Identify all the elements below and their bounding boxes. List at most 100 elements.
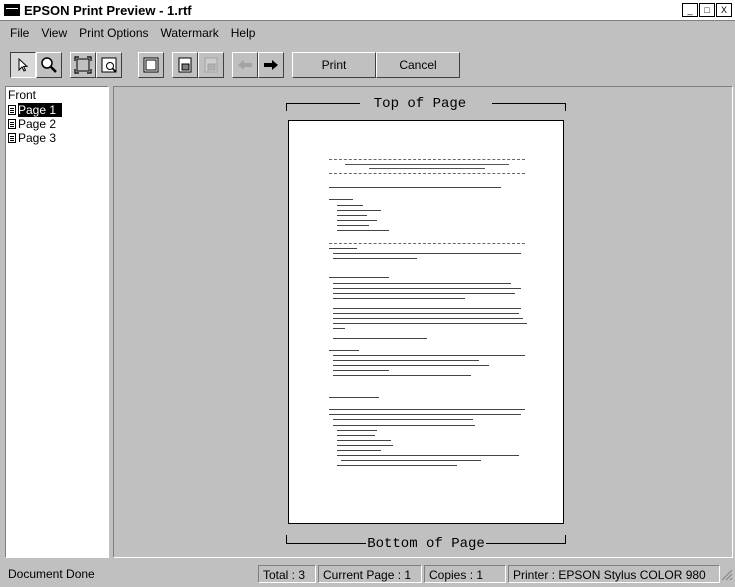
preview-text-line bbox=[337, 430, 377, 431]
zoom-page-icon bbox=[101, 57, 117, 73]
preview-text-line bbox=[345, 164, 509, 165]
full-page-button[interactable] bbox=[138, 52, 164, 78]
zoom-button[interactable] bbox=[36, 52, 62, 78]
preview-text-line bbox=[333, 370, 389, 371]
preview-text-line bbox=[337, 435, 375, 436]
top-marker-line-left bbox=[286, 103, 360, 104]
top-marker-tick-left bbox=[286, 103, 287, 111]
bottom-marker-tick-right bbox=[565, 535, 566, 543]
minimize-button[interactable]: _ bbox=[682, 3, 698, 17]
page-frame-icon bbox=[143, 57, 159, 73]
preview-text-line bbox=[333, 288, 521, 289]
document-icon bbox=[8, 119, 16, 129]
window-controls: _ □ X bbox=[681, 3, 732, 17]
menu-print-options[interactable]: Print Options bbox=[73, 26, 154, 40]
preview-text-line bbox=[329, 397, 379, 398]
page-preview[interactable] bbox=[288, 120, 564, 524]
preview-text-line bbox=[337, 450, 381, 451]
page-settings-disabled-icon bbox=[204, 57, 218, 73]
top-of-page-marker: Top of Page bbox=[286, 96, 566, 112]
status-total: Total : 3 bbox=[258, 565, 316, 583]
arrow-pointer-icon bbox=[18, 57, 29, 72]
app-icon bbox=[4, 4, 20, 16]
fit-page-icon bbox=[74, 56, 92, 74]
preview-text-line bbox=[333, 365, 489, 366]
preview-text-line bbox=[369, 168, 485, 169]
menu-file[interactable]: File bbox=[0, 26, 35, 40]
menu-bar: File View Print Options Watermark Help bbox=[0, 24, 261, 42]
page-list-item[interactable]: Page 1 bbox=[6, 103, 108, 117]
preview-text-line bbox=[333, 313, 519, 314]
preview-text-line bbox=[333, 328, 345, 329]
page-list-item[interactable]: Page 3 bbox=[6, 131, 108, 145]
preview-text-line bbox=[329, 277, 389, 278]
page-list-item-label: Page 2 bbox=[18, 117, 57, 131]
page-list-panel: Front Page 1 Page 2 Page 3 bbox=[5, 86, 109, 558]
preview-text-line bbox=[337, 465, 457, 466]
resize-grip-icon[interactable] bbox=[721, 569, 733, 581]
preview-text-line bbox=[337, 440, 391, 441]
preview-divider bbox=[329, 159, 525, 160]
preview-text-line bbox=[341, 460, 481, 461]
page-settings-icon bbox=[178, 57, 192, 73]
close-button[interactable]: X bbox=[716, 3, 732, 17]
menu-watermark[interactable]: Watermark bbox=[155, 26, 225, 40]
arrow-left-icon bbox=[238, 60, 252, 70]
bottom-of-page-label: Bottom of Page bbox=[367, 536, 485, 552]
page-list-item-label: Page 3 bbox=[18, 131, 57, 145]
menu-help[interactable]: Help bbox=[225, 26, 262, 40]
top-marker-tick-right bbox=[565, 103, 566, 111]
page-settings-alt-button[interactable] bbox=[198, 52, 224, 78]
preview-divider bbox=[329, 243, 525, 244]
title-bar: EPSON Print Preview - 1.rtf _ □ X bbox=[0, 0, 735, 21]
page-list-item[interactable]: Page 2 bbox=[6, 117, 108, 131]
zoom-page-button[interactable] bbox=[96, 52, 122, 78]
document-icon bbox=[8, 133, 16, 143]
preview-text-line bbox=[337, 230, 389, 231]
status-bar: Document Done Total : 3 Current Page : 1… bbox=[0, 565, 735, 585]
top-marker-line-right bbox=[492, 103, 566, 104]
select-tool-button[interactable] bbox=[10, 52, 36, 78]
preview-text-line bbox=[333, 419, 473, 420]
status-current-page: Current Page : 1 bbox=[318, 565, 422, 583]
preview-text-line bbox=[333, 308, 521, 309]
status-printer: Printer : EPSON Stylus COLOR 980 bbox=[508, 565, 720, 583]
print-button[interactable]: Print bbox=[292, 52, 376, 78]
preview-text-line bbox=[333, 323, 527, 324]
menu-view[interactable]: View bbox=[35, 26, 73, 40]
preview-text-line bbox=[337, 205, 363, 206]
document-icon bbox=[8, 105, 16, 115]
page-settings-button[interactable] bbox=[172, 52, 198, 78]
bottom-marker-line-left bbox=[286, 543, 366, 544]
page-list-item-label: Page 1 bbox=[18, 103, 63, 117]
preview-text-line bbox=[329, 350, 359, 351]
fit-page-button[interactable] bbox=[70, 52, 96, 78]
preview-text-line bbox=[333, 375, 471, 376]
preview-text-line bbox=[337, 225, 369, 226]
toolbar: Print Cancel bbox=[0, 48, 735, 82]
status-copies: Copies : 1 bbox=[424, 565, 506, 583]
preview-text-line bbox=[337, 445, 393, 446]
preview-text-line bbox=[337, 210, 381, 211]
preview-text-line bbox=[329, 248, 357, 249]
preview-text-line bbox=[333, 360, 479, 361]
preview-text-line bbox=[337, 455, 519, 456]
arrow-right-icon bbox=[264, 60, 278, 70]
preview-text-line bbox=[333, 318, 523, 319]
preview-text-line bbox=[333, 293, 515, 294]
maximize-button[interactable]: □ bbox=[699, 3, 715, 17]
preview-text-line bbox=[333, 338, 427, 339]
previous-page-button[interactable] bbox=[232, 52, 258, 78]
next-page-button[interactable] bbox=[258, 52, 284, 78]
window-title: EPSON Print Preview - 1.rtf bbox=[24, 2, 192, 18]
preview-text-line bbox=[333, 298, 465, 299]
status-message: Document Done bbox=[8, 567, 95, 581]
preview-text-line bbox=[337, 220, 377, 221]
preview-text-line bbox=[333, 355, 525, 356]
preview-text-line bbox=[329, 409, 525, 410]
top-of-page-label: Top of Page bbox=[373, 96, 467, 112]
preview-text-line bbox=[333, 283, 511, 284]
cancel-button[interactable]: Cancel bbox=[376, 52, 460, 78]
bottom-marker-line-right bbox=[486, 543, 566, 544]
preview-text-line bbox=[329, 199, 353, 200]
